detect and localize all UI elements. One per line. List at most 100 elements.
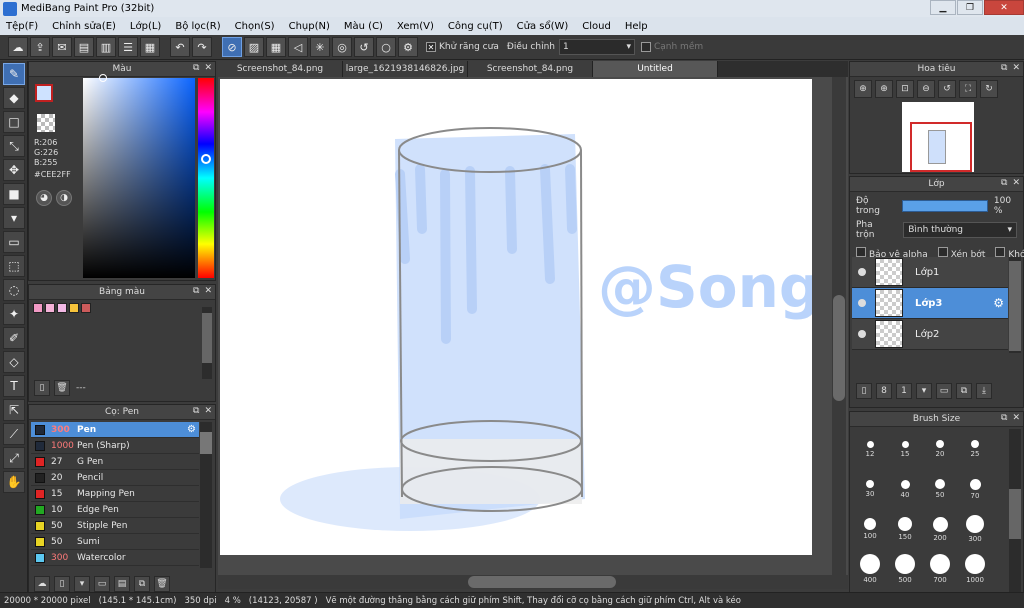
undock-icon[interactable]: ⧉ xyxy=(1001,413,1007,423)
brush-size-option[interactable]: 400 xyxy=(854,552,886,586)
eraser-tool-icon[interactable]: ◆ xyxy=(3,87,25,109)
brush-item[interactable]: 10 Edge Pen xyxy=(31,502,199,518)
transparent-color-swatch[interactable] xyxy=(37,114,55,132)
undock-icon[interactable]: ⧉ xyxy=(1001,178,1007,188)
brush-size-option[interactable]: 100 xyxy=(854,512,886,546)
new-palette-icon[interactable]: ▯ xyxy=(34,380,50,396)
brush-color-swatch[interactable] xyxy=(35,456,45,467)
brush-item[interactable]: 300 Watercolor xyxy=(31,550,199,566)
brush-color-swatch[interactable] xyxy=(35,488,45,499)
menu-edit[interactable]: Chỉnh sửa(E) xyxy=(52,21,116,32)
menu-snap[interactable]: Chụp(N) xyxy=(289,21,330,32)
brush-color-swatch[interactable] xyxy=(35,504,45,515)
menu-filter[interactable]: Bộ lọc(R) xyxy=(175,21,220,32)
lasso-tool-icon[interactable]: ◌ xyxy=(3,279,25,301)
dot-tool-icon[interactable]: ⤡ xyxy=(3,135,25,157)
close-panel-icon[interactable]: ✕ xyxy=(1012,63,1020,73)
canvas-area[interactable]: @Song xyxy=(218,77,848,575)
soft-edge-checkbox[interactable] xyxy=(640,42,651,52)
visibility-icon[interactable] xyxy=(858,299,866,307)
redo-icon[interactable]: ↷ xyxy=(192,37,212,57)
tab-untitled[interactable]: Untitled xyxy=(593,61,718,77)
menu-file[interactable]: Tệp(F) xyxy=(6,21,38,32)
brush-size-option[interactable]: 12 xyxy=(854,432,886,466)
perspective-snap-icon[interactable]: ◁ xyxy=(288,37,308,57)
brush-item[interactable]: 20 Pencil xyxy=(31,470,199,486)
gear-icon[interactable]: ⚙ xyxy=(993,296,1004,310)
parallel-snap-icon[interactable]: ▨ xyxy=(244,37,264,57)
menu-color[interactable]: Màu (C) xyxy=(344,21,383,32)
tab-screenshot-84-copy[interactable]: Screenshot_84.png xyxy=(468,61,593,77)
eyedropper-tool-icon[interactable]: ⟋ xyxy=(3,423,25,445)
snap-settings-icon[interactable]: ⚙ xyxy=(398,37,418,57)
palette-icon[interactable]: ◕ xyxy=(36,190,52,206)
canvas-horizontal-scrollbar[interactable] xyxy=(218,575,848,589)
brush-size-option[interactable]: 200 xyxy=(924,512,956,546)
brush-size-option[interactable]: 40 xyxy=(889,472,921,506)
minimize-button[interactable]: ▁ xyxy=(930,0,956,15)
circle-snap-icon[interactable]: ◎ xyxy=(332,37,352,57)
grid-add-icon[interactable]: ▦ xyxy=(140,37,160,57)
close-panel-icon[interactable]: ✕ xyxy=(204,286,212,296)
fullscreen-icon[interactable]: ⛶ xyxy=(959,80,977,98)
menu-cloud[interactable]: Cloud xyxy=(582,21,611,32)
folder-icon[interactable]: ▭ xyxy=(936,383,952,399)
fill-rect-tool-icon[interactable]: ■ xyxy=(3,183,25,205)
menu-select[interactable]: Chọn(S) xyxy=(235,21,275,32)
hand-tool-icon[interactable]: ✋ xyxy=(3,471,25,493)
soft-edge-toggle[interactable]: Cạnh mềm xyxy=(640,42,703,52)
shape-tool-icon[interactable]: □ xyxy=(3,111,25,133)
blend-mode-select[interactable]: Bình thường ▾ xyxy=(903,222,1017,238)
gear-icon[interactable]: ⚙ xyxy=(187,424,196,435)
select-tool-icon[interactable]: ⬚ xyxy=(3,255,25,277)
brush-tool-icon[interactable]: ✎ xyxy=(3,63,25,85)
brush-size-option[interactable]: 1000 xyxy=(959,552,991,586)
close-panel-icon[interactable]: ✕ xyxy=(1012,178,1020,188)
layer-item[interactable]: Lớp1 xyxy=(852,257,1008,288)
palette-scrollbar[interactable] xyxy=(202,307,212,379)
canvas-vertical-scrollbar[interactable] xyxy=(832,77,846,575)
undock-icon[interactable]: ⧉ xyxy=(193,406,199,416)
brush-item[interactable]: 300 Pen ⚙ xyxy=(31,422,199,438)
brush-size-option[interactable]: 300 xyxy=(959,512,991,546)
brush-color-swatch[interactable] xyxy=(35,520,45,531)
folder-icon[interactable]: ▭ xyxy=(94,576,110,592)
page-icon[interactable]: ▥ xyxy=(96,37,116,57)
select-eraser-tool-icon[interactable]: ◇ xyxy=(3,351,25,373)
duplicate-layer-icon[interactable]: ⧉ xyxy=(956,383,972,399)
radial-snap-icon[interactable]: ✳ xyxy=(310,37,330,57)
brush-size-scrollbar[interactable] xyxy=(1009,429,1021,597)
layer-item[interactable]: Lớp2 xyxy=(852,319,1008,350)
add-layer-menu-icon[interactable]: ▾ xyxy=(916,383,932,399)
brush-size-option[interactable]: 20 xyxy=(924,432,956,466)
add-brush-icon[interactable]: ▯ xyxy=(54,576,70,592)
menu-layer[interactable]: Lớp(L) xyxy=(130,21,161,32)
palette-swatch[interactable] xyxy=(33,303,43,313)
brush-size-option[interactable]: 150 xyxy=(889,512,921,546)
brush-color-swatch[interactable] xyxy=(35,552,45,563)
visibility-icon[interactable] xyxy=(858,268,866,276)
new-1bit-layer-icon[interactable]: 1 xyxy=(896,383,912,399)
menu-window[interactable]: Cửa sổ(W) xyxy=(517,21,569,32)
antialias-toggle[interactable]: ✕ Khử răng cưa xyxy=(426,42,499,52)
magic-wand-tool-icon[interactable]: ✦ xyxy=(3,303,25,325)
tab-screenshot-84[interactable]: Screenshot_84.png xyxy=(218,61,343,77)
layer-item-selected[interactable]: Lớp3 ⚙ xyxy=(852,288,1008,319)
brush-item[interactable]: 1000 Pen (Sharp) xyxy=(31,438,199,454)
visibility-icon[interactable] xyxy=(858,330,866,338)
brush-color-swatch[interactable] xyxy=(35,536,45,547)
clipping-checkbox[interactable] xyxy=(937,247,948,257)
maximize-button[interactable]: ❐ xyxy=(957,0,983,15)
share-icon[interactable]: ⇪ xyxy=(30,37,50,57)
cloud-icon[interactable]: ☁ xyxy=(8,37,28,57)
grid-snap-icon[interactable]: ▦ xyxy=(266,37,286,57)
brush-item[interactable]: 50 Sumi xyxy=(31,534,199,550)
foreground-color-swatch[interactable] xyxy=(35,84,53,102)
close-panel-icon[interactable]: ✕ xyxy=(1012,413,1020,423)
brush-item[interactable]: 15 Mapping Pen xyxy=(31,486,199,502)
close-panel-icon[interactable]: ✕ xyxy=(204,63,212,73)
brush-color-swatch[interactable] xyxy=(35,440,45,451)
new-halftone-layer-icon[interactable]: 8 xyxy=(876,383,892,399)
antialias-checkbox[interactable]: ✕ xyxy=(426,42,436,52)
trash-icon[interactable]: 🗑 xyxy=(154,576,170,592)
